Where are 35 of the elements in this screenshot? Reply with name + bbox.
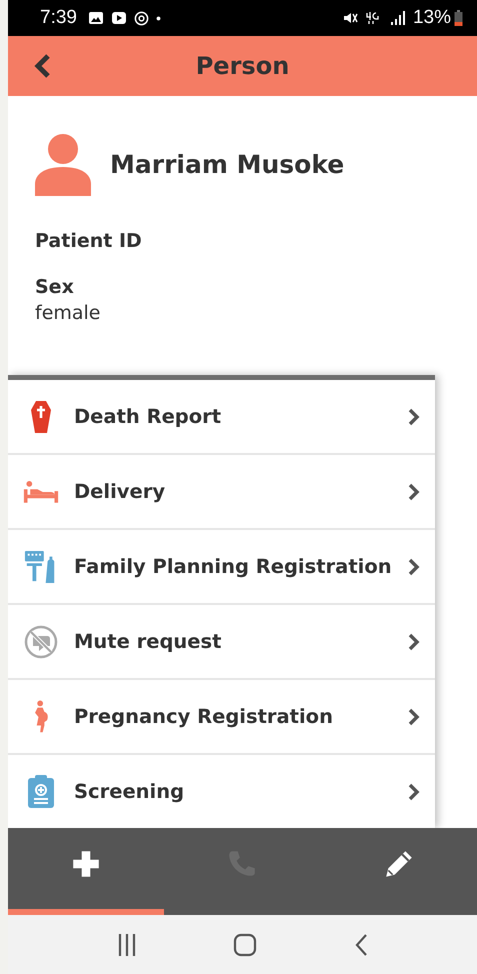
field-label: Patient ID — [35, 230, 143, 252]
chevron-right-icon — [407, 632, 421, 652]
chevron-right-icon — [407, 482, 421, 502]
circle-icon — [134, 10, 149, 26]
field-label: Sex — [35, 276, 75, 298]
person-icon — [34, 132, 92, 196]
menu-item-label: Delivery — [74, 480, 166, 503]
field-value: female — [35, 302, 102, 324]
chevron-right-icon — [407, 782, 421, 802]
menu-item[interactable]: Family Planning Registration — [8, 528, 435, 603]
chevron-right-icon — [407, 556, 421, 576]
status-time: 7:39 — [40, 7, 77, 29]
menu-item[interactable]: Delivery — [8, 453, 435, 528]
signal-icon — [390, 11, 406, 25]
home-icon[interactable] — [233, 932, 258, 956]
person-name: Marriam Musoke — [110, 150, 344, 178]
menu-item[interactable]: Mute request — [8, 603, 435, 678]
battery-text: 13% — [412, 7, 451, 29]
video-icon — [110, 11, 127, 25]
muted-circle-icon — [23, 624, 59, 658]
menu-item-label: Family Planning Registration — [74, 555, 393, 578]
battery-icon — [454, 10, 463, 26]
chevron-right-icon — [407, 706, 421, 726]
menu-item[interactable]: Pregnancy Registration — [8, 678, 435, 753]
gallery-icon — [88, 11, 104, 25]
menu-item-label: Death Report — [74, 405, 222, 428]
menu-item-label: Screening — [74, 780, 186, 803]
page-title: Person — [194, 52, 290, 80]
chevron-right-icon — [407, 406, 421, 426]
menu-item-label: Pregnancy Registration — [74, 705, 334, 728]
dot-icon — [156, 16, 161, 20]
menu-item-label: Mute request — [74, 630, 222, 653]
menu-item[interactable]: Death Report — [8, 380, 435, 453]
muted-icon — [342, 11, 358, 25]
back-icon[interactable] — [353, 932, 370, 958]
